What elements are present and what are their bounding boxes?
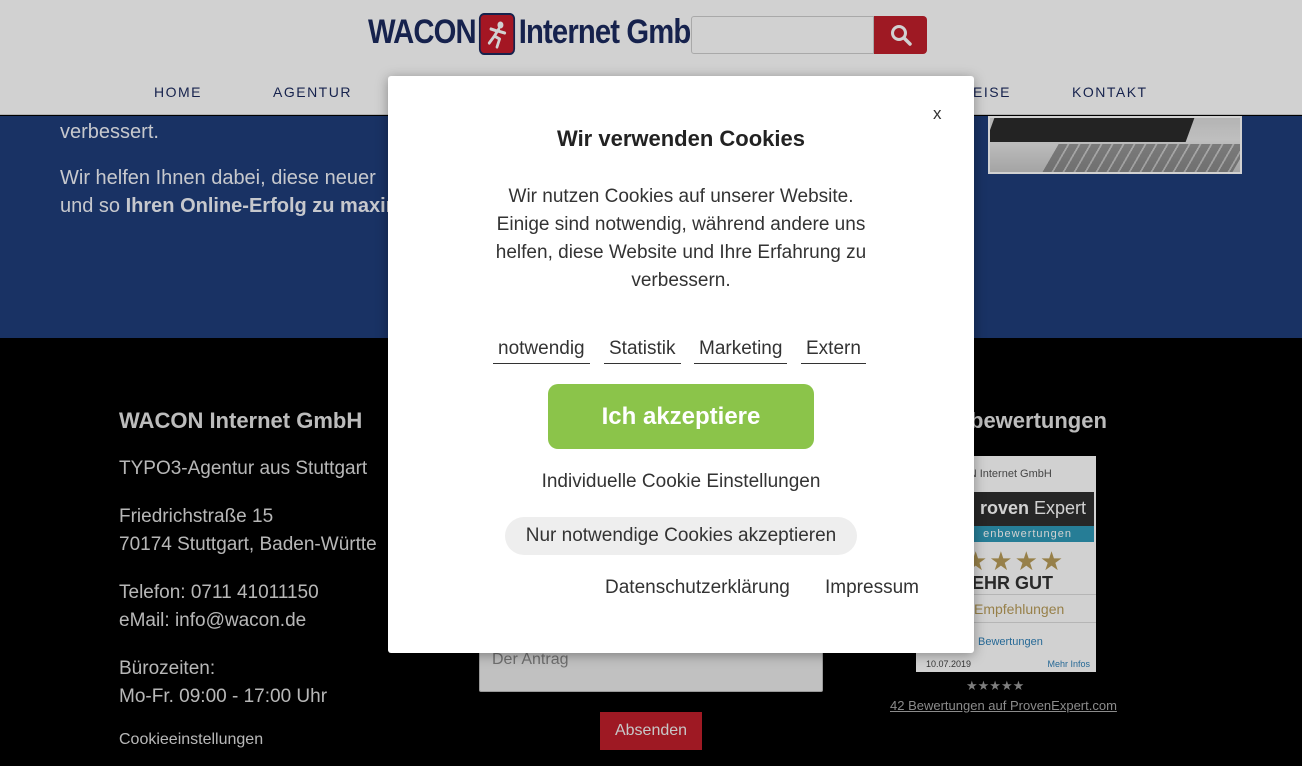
accept-necessary-only-button[interactable]: Nur notwendige Cookies akzeptieren (505, 517, 857, 555)
close-button[interactable]: x (933, 104, 942, 124)
individual-cookie-settings-link[interactable]: Individuelle Cookie Einstellungen (388, 471, 974, 493)
cookie-consent-dialog: x Wir verwenden Cookies Wir nutzen Cooki… (388, 76, 974, 653)
cookie-dialog-title: Wir verwenden Cookies (557, 126, 805, 151)
category-extern[interactable]: Extern (801, 338, 866, 364)
category-notwendig[interactable]: notwendig (493, 338, 590, 364)
cookie-dialog-text: Wir nutzen Cookies auf unserer Website. … (495, 186, 867, 291)
privacy-link[interactable]: Datenschutzerklärung (605, 577, 790, 599)
imprint-link[interactable]: Impressum (825, 577, 919, 599)
category-marketing[interactable]: Marketing (694, 338, 788, 364)
accept-cookies-button[interactable]: Ich akzeptiere (548, 384, 814, 449)
category-statistik[interactable]: Statistik (604, 338, 681, 364)
